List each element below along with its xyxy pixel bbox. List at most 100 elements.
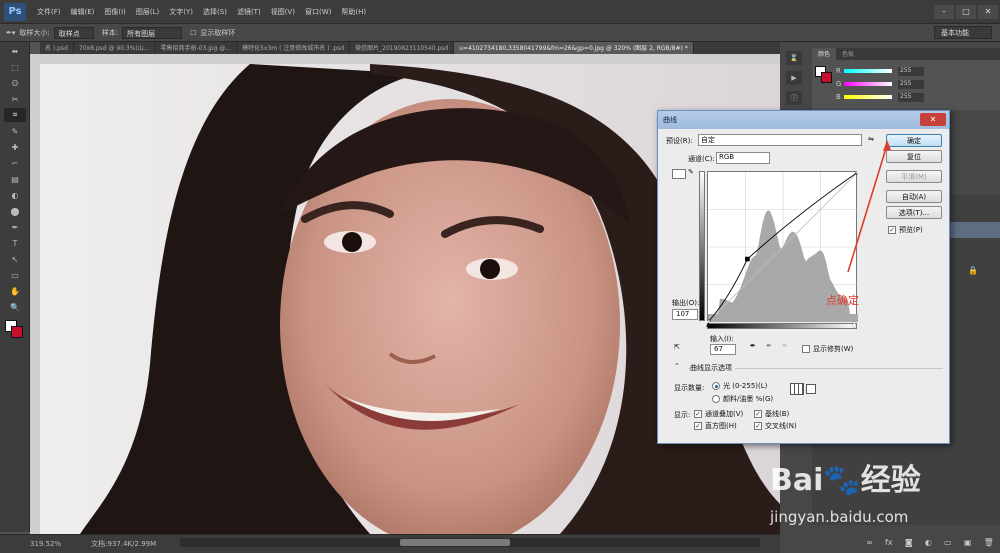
trash-icon[interactable]: 🗑: [984, 538, 994, 547]
slider-g[interactable]: G 255: [836, 79, 1000, 89]
black-eyedropper-icon[interactable]: ✒: [750, 342, 756, 350]
white-point-slider[interactable]: ▲: [852, 321, 857, 328]
doc-tab[interactable]: 70x8.psd @ 90.3%(山...: [74, 42, 156, 54]
doc-tab[interactable]: 名 ).psd: [40, 42, 74, 54]
scrollbar-thumb[interactable]: [400, 539, 510, 546]
horizontal-scrollbar[interactable]: [180, 538, 760, 547]
doc-tab[interactable]: 微信图片_20190823110540.psd: [350, 42, 455, 54]
slider-bar-b[interactable]: [844, 95, 892, 99]
grid-4x4-icon[interactable]: [790, 383, 804, 395]
channel-select[interactable]: RGB: [716, 152, 770, 164]
expand-chevron-icon[interactable]: ⌃: [674, 362, 680, 370]
stamp-tool-icon[interactable]: ✚: [4, 140, 26, 154]
light-radio[interactable]: 光 (0-255)(L): [712, 381, 767, 391]
shape-tool-icon[interactable]: ▭: [4, 268, 26, 282]
menu-window[interactable]: 窗口(W): [300, 7, 336, 17]
slider-value[interactable]: 255: [898, 79, 924, 89]
dialog-close-button[interactable]: ✕: [920, 113, 946, 126]
channel-overlay-checkbox[interactable]: ✓ 通道叠加(V): [694, 409, 743, 419]
preset-options-icon[interactable]: ⇋: [868, 135, 874, 143]
histogram-checkbox[interactable]: ✓ 直方图(H): [694, 421, 737, 431]
ok-button[interactable]: 确定: [886, 134, 942, 147]
path-select-tool-icon[interactable]: ↖: [4, 252, 26, 266]
hand-tool-icon[interactable]: ✋: [4, 284, 26, 298]
type-tool-icon[interactable]: T: [4, 236, 26, 250]
properties-icon[interactable]: ⓘ: [786, 91, 802, 105]
workspace-select[interactable]: 基本功能: [934, 26, 992, 39]
slider-r[interactable]: R 255: [836, 66, 1000, 76]
eyedropper-tool-icon[interactable]: ✒▾: [6, 29, 15, 37]
checkbox-box[interactable]: ✓: [754, 410, 762, 418]
checkbox-box[interactable]: ✓: [694, 410, 702, 418]
move-tool-icon[interactable]: ⬌: [4, 44, 26, 58]
close-button[interactable]: ✕: [978, 4, 998, 19]
sample-select[interactable]: 所有图层: [122, 26, 183, 39]
brush-tool-icon[interactable]: ✎: [4, 124, 26, 138]
curve-edit-mode-icon[interactable]: [672, 169, 686, 179]
black-point-slider[interactable]: ▲: [706, 321, 711, 328]
doc-tab[interactable]: 模特化5x3m ( 注意修改城市名 ) .psd: [237, 42, 351, 54]
link-icon[interactable]: ∞: [866, 538, 873, 547]
checkbox-box[interactable]: ✓: [754, 422, 762, 430]
checkbox-box[interactable]: ✓: [888, 226, 896, 234]
menu-help[interactable]: 帮助(H): [336, 7, 371, 17]
pigment-radio[interactable]: 颜料/油墨 %(G): [712, 394, 773, 404]
slider-value[interactable]: 255: [898, 92, 924, 102]
zoom-tool-icon[interactable]: 🔍: [4, 300, 26, 314]
sample-size-select[interactable]: 取样点: [53, 26, 94, 39]
menu-view[interactable]: 视图(V): [266, 7, 300, 17]
checkbox-box[interactable]: [802, 345, 810, 353]
pen-tool-icon[interactable]: ✒: [4, 220, 26, 234]
smooth-button[interactable]: 平滑(M): [886, 170, 942, 183]
slider-bar-r[interactable]: [844, 69, 892, 73]
options-button[interactable]: 选项(T)...: [886, 206, 942, 219]
show-ring-checkbox[interactable]: ☐: [190, 29, 196, 37]
reset-button[interactable]: 复位: [886, 150, 942, 163]
blur-tool-icon[interactable]: ⬤: [4, 204, 26, 218]
radio-dot[interactable]: [712, 395, 720, 403]
intersection-checkbox[interactable]: ✓ 交叉线(N): [754, 421, 797, 431]
show-clipping-checkbox[interactable]: 显示修剪(W): [802, 344, 853, 354]
pencil-icon[interactable]: ✎: [688, 168, 694, 176]
menu-layer[interactable]: 图层(L): [131, 7, 164, 17]
menu-image[interactable]: 图像(I): [99, 7, 131, 17]
lock-icon[interactable]: 🔒: [968, 266, 978, 275]
targeted-adjust-icon[interactable]: ⇱: [674, 343, 680, 351]
tab-swatches[interactable]: 色板: [836, 48, 860, 60]
fx-icon[interactable]: fx: [885, 538, 893, 547]
menu-select[interactable]: 选择(S): [198, 7, 232, 17]
output-field[interactable]: 107: [672, 309, 698, 320]
eyedropper-tool-icon[interactable]: ⌗: [4, 108, 26, 122]
radio-dot[interactable]: [712, 382, 720, 390]
doc-size-readout[interactable]: 文档:937.4K/2.99M: [91, 539, 156, 549]
gradient-tool-icon[interactable]: ▤: [4, 172, 26, 186]
new-layer-icon[interactable]: ▣: [964, 538, 972, 547]
actions-icon[interactable]: ▶: [786, 71, 802, 85]
lasso-tool-icon[interactable]: ʘ: [4, 76, 26, 90]
grid-10x10-icon[interactable]: [806, 384, 816, 394]
menu-file[interactable]: 文件(F): [32, 7, 66, 17]
preview-checkbox[interactable]: ✓ 预览(P): [888, 225, 923, 235]
mask-icon[interactable]: ◙: [905, 538, 913, 547]
checkbox-box[interactable]: ✓: [694, 422, 702, 430]
folder-icon[interactable]: ▭: [944, 538, 952, 547]
menu-filter[interactable]: 滤镜(T): [232, 7, 266, 17]
maximize-button[interactable]: □: [956, 4, 976, 19]
doc-tab-active[interactable]: u=4102734180,3358041799&fm=26&gp=0.jpg @…: [454, 42, 694, 54]
slider-bar-g[interactable]: [844, 82, 892, 86]
doc-tab[interactable]: 零售招商手册-03.jpg @...: [156, 42, 238, 54]
adjustment-icon[interactable]: ◐: [925, 538, 932, 547]
gray-eyedropper-icon[interactable]: ✒: [766, 342, 772, 350]
preset-select[interactable]: 自定: [698, 134, 862, 146]
tab-color[interactable]: 颜色: [812, 48, 837, 60]
slider-b[interactable]: B 255: [836, 92, 1000, 102]
slider-value[interactable]: 255: [898, 66, 924, 76]
input-field[interactable]: 67: [710, 344, 736, 355]
background-color-swatch[interactable]: [11, 326, 23, 338]
color-swatches[interactable]: [0, 318, 30, 344]
crop-tool-icon[interactable]: ✂: [4, 92, 26, 106]
menu-edit[interactable]: 编辑(E): [66, 7, 100, 17]
white-eyedropper-icon[interactable]: ✒: [782, 342, 788, 350]
auto-button[interactable]: 自动(A): [886, 190, 942, 203]
baseline-checkbox[interactable]: ✓ 基线(B): [754, 409, 789, 419]
